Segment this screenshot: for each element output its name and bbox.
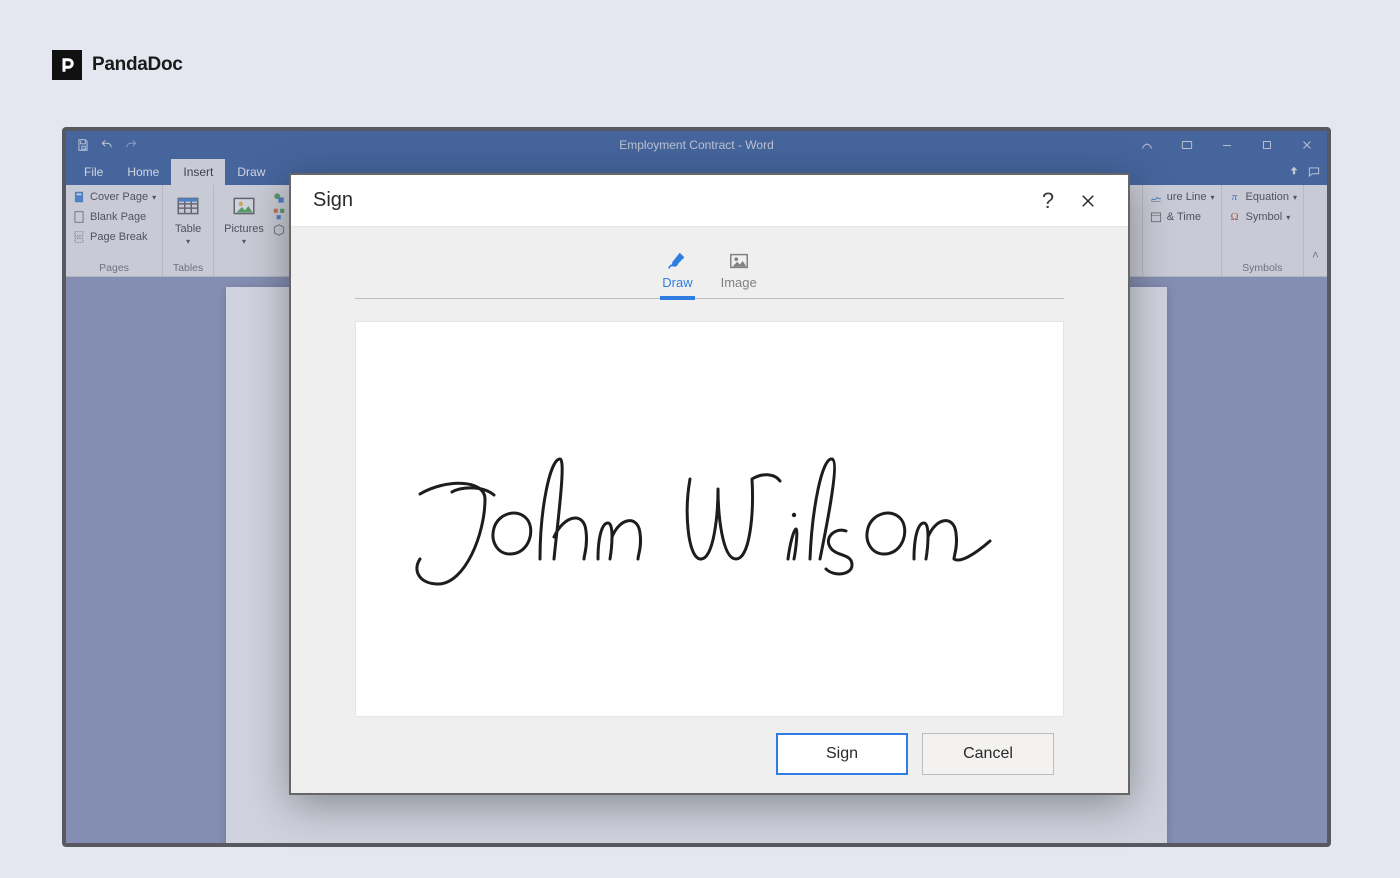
sign-tabs: Draw Image bbox=[355, 251, 1064, 299]
pandadoc-wordmark: PandaDoc bbox=[92, 54, 183, 76]
close-button[interactable] bbox=[1068, 181, 1108, 221]
tab-draw[interactable]: Draw bbox=[662, 251, 692, 298]
image-icon bbox=[728, 251, 750, 271]
pandadoc-mark-icon bbox=[52, 50, 82, 80]
signature-canvas[interactable] bbox=[355, 321, 1064, 717]
help-button[interactable]: ? bbox=[1028, 181, 1068, 221]
help-icon: ? bbox=[1042, 188, 1054, 214]
tab-draw-label: Draw bbox=[662, 275, 692, 290]
close-icon bbox=[1079, 192, 1097, 210]
signature-drawing bbox=[390, 419, 1030, 619]
cancel-button-label: Cancel bbox=[963, 745, 1013, 763]
sign-button-label: Sign bbox=[826, 745, 858, 763]
tab-image[interactable]: Image bbox=[721, 251, 757, 298]
sign-dialog-header: Sign ? bbox=[291, 175, 1128, 227]
sign-dialog-footer: Sign Cancel bbox=[355, 717, 1064, 775]
sign-dialog-title: Sign bbox=[313, 189, 353, 212]
sign-button[interactable]: Sign bbox=[776, 733, 908, 775]
cancel-button[interactable]: Cancel bbox=[922, 733, 1054, 775]
tab-image-label: Image bbox=[721, 275, 757, 290]
sign-dialog: Sign ? Draw Image bbox=[289, 173, 1130, 795]
pandadoc-logo: PandaDoc bbox=[52, 50, 183, 80]
pen-draw-icon bbox=[666, 251, 688, 271]
sign-dialog-body: Draw Image bbox=[291, 227, 1128, 793]
